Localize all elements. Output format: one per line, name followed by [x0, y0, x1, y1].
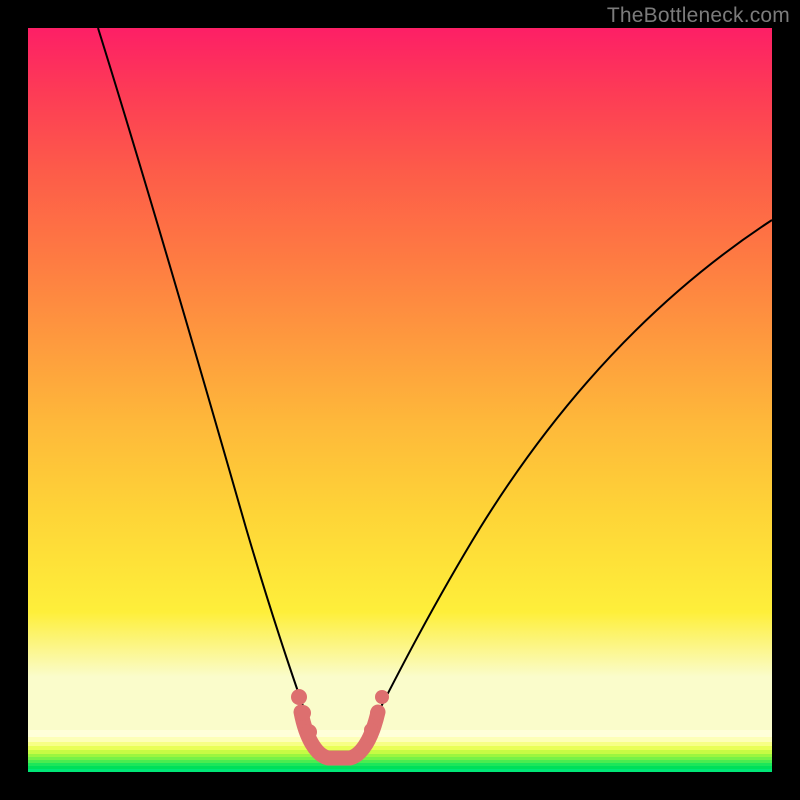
plot-area	[28, 28, 772, 772]
curve-left	[98, 28, 317, 746]
chart-frame: TheBottleneck.com	[0, 0, 800, 800]
chart-curves	[28, 28, 772, 772]
bottleneck-dots	[291, 689, 389, 740]
watermark-text: TheBottleneck.com	[607, 4, 790, 28]
curve-right	[361, 220, 772, 746]
